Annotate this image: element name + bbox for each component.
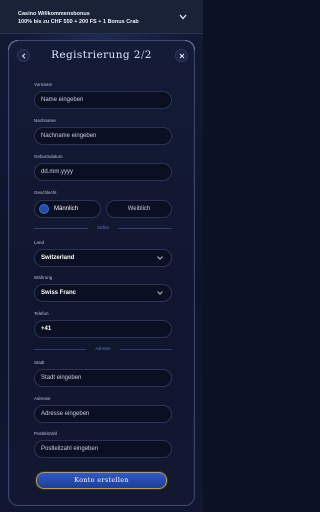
bonus-banner[interactable]: Casino Willkommensbonus 100% bis zu CHF … (0, 0, 203, 34)
back-button[interactable] (17, 49, 30, 62)
zip-input[interactable]: Postleitzahl eingeben (34, 440, 172, 458)
chevron-down-icon (157, 256, 163, 260)
country-select[interactable]: Switzerland (34, 249, 172, 267)
gender-label: Geschlecht (34, 190, 57, 195)
close-icon (179, 53, 184, 58)
birthdate-input[interactable]: dd.mm.yyyy (34, 163, 172, 181)
gender-male-label: Männlich (54, 206, 79, 212)
city-label: Stadt (34, 360, 45, 365)
first-name-label: Vorname (34, 82, 53, 87)
create-account-button[interactable]: Konto erstellen (36, 472, 167, 489)
gender-female-option[interactable]: Weiblich (106, 200, 172, 218)
address-label: Adresse (34, 396, 51, 401)
address-divider-label: Adresse (95, 346, 111, 351)
title-total: 2 (144, 49, 152, 61)
registration-panel (8, 40, 195, 506)
currency-select[interactable]: Swiss Franc (34, 284, 172, 302)
gender-female-label: Weiblich (127, 206, 151, 212)
zip-label: Postleitzahl (34, 431, 58, 436)
country-label: Land (34, 240, 45, 245)
security-divider-label: Sicher (97, 225, 109, 230)
phone-label: Telefon (34, 311, 49, 316)
close-button[interactable] (175, 49, 188, 62)
banner-title: Casino Willkommensbonus (18, 11, 90, 17)
page-title: Registrierung 2/2 (30, 49, 173, 63)
city-input[interactable]: Stadt eingeben (34, 369, 172, 387)
phone-input[interactable]: +41 (34, 320, 172, 338)
currency-label: Währung (34, 275, 53, 280)
currency-value: Swiss Franc (41, 290, 77, 296)
first-name-input[interactable]: Name eingeben (34, 91, 172, 109)
country-value: Switzerland (41, 255, 75, 261)
birthdate-label: Geburtsdatum (34, 154, 63, 159)
security-divider: Sicher (34, 225, 172, 231)
address-input[interactable]: Adresse eingeben (34, 405, 172, 423)
radio-selected-icon (39, 204, 49, 214)
gender-male-option[interactable]: Männlich (34, 200, 101, 218)
banner-offer: 100% bis zu CHF 550 + 200 FS + 1 Bonus C… (18, 19, 139, 25)
last-name-label: Nachname (34, 118, 56, 123)
chevron-down-icon (157, 291, 163, 295)
title-main: Registrierung 2 (51, 49, 141, 61)
create-account-label: Konto erstellen (74, 476, 129, 484)
chevron-down-icon[interactable] (179, 14, 187, 20)
chevron-left-icon (21, 52, 25, 59)
address-divider: Adresse (34, 346, 172, 352)
last-name-input[interactable]: Nachname eingeben (34, 127, 172, 145)
